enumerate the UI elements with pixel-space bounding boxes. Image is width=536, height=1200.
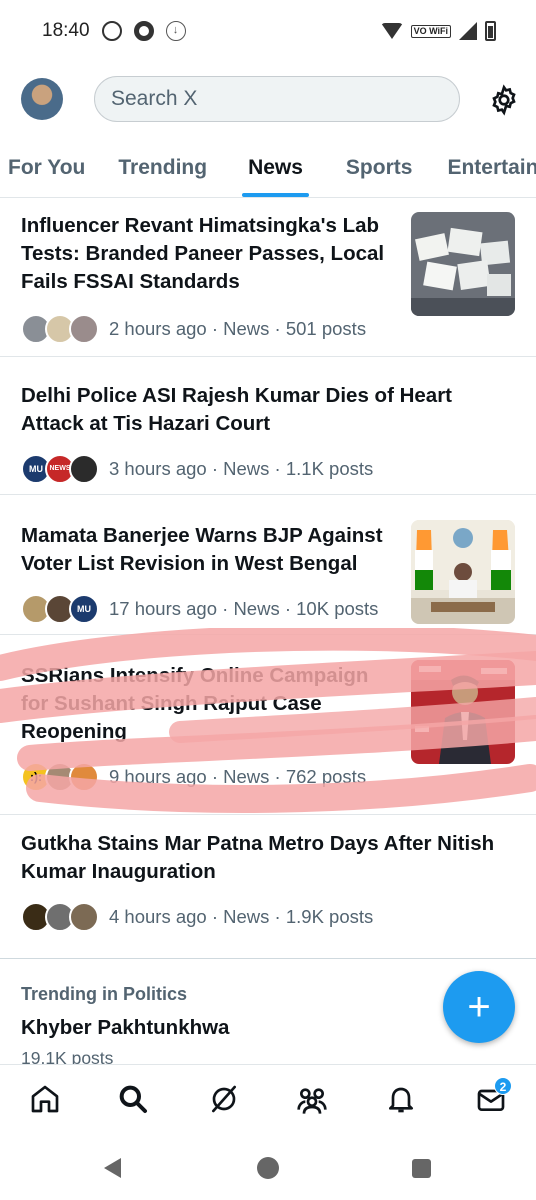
divider [0,356,536,357]
news-item[interactable]: Delhi Police ASI Rajesh Kumar Dies of He… [0,382,536,492]
news-item[interactable]: SSRians Intensify Online Campaign for Su… [0,660,536,802]
news-item[interactable]: Gutkha Stains Mar Patna Metro Days After… [0,830,536,940]
vowifi-icon: VO WiFi [410,24,451,38]
back-icon[interactable] [104,1158,121,1178]
actor-photo[interactable] [411,660,515,764]
bottom-nav: 2 [0,1064,536,1140]
vpn-icon [101,21,122,41]
tab-for-you[interactable]: For You [8,146,85,197]
avatar [69,902,99,932]
settings-gear-icon[interactable] [488,84,520,116]
avatar [69,314,99,344]
avatar [69,762,99,792]
battery-icon [485,21,496,41]
divider [0,494,536,495]
trend-category: Trending in Politics [21,984,188,1004]
status-time: 18:40 [42,20,90,41]
news-item[interactable]: Mamata Banerjee Warns BJP Against Voter … [0,520,536,632]
home-icon[interactable] [29,1083,61,1115]
news-headline: Gutkha Stains Mar Patna Metro Days After… [21,832,495,883]
active-tab-indicator [242,193,309,197]
messages-badge: 2 [494,1077,512,1095]
tab-trending[interactable]: Trending [118,146,207,197]
avatar-stack: MU [21,594,101,624]
tab-entertainment[interactable]: Entertainment [447,146,536,197]
paneer-photo[interactable] [411,212,515,316]
avatar-stack [21,902,101,932]
recents-icon[interactable] [412,1159,431,1178]
news-headline: Delhi Police ASI Rajesh Kumar Dies of He… [21,384,453,435]
sync-icon [133,21,154,41]
notifications-icon[interactable] [385,1083,417,1115]
avatar-stack [21,314,101,344]
news-item[interactable]: Influencer Revant Himatsingka's Lab Test… [0,212,536,344]
avatar-stack: MU NEWS [21,454,101,484]
home-button-icon[interactable] [257,1157,279,1179]
compose-fab-button[interactable]: + [443,971,515,1043]
news-meta: 2 hours ago · News · 501 posts [21,314,366,344]
wifi-icon [380,23,403,39]
status-bar: 18:40 ↓ VO WiFi [0,0,536,62]
news-meta: :): 9 hours ago · News · 762 posts [21,762,366,792]
trend-name: Khyber Pakhtunkhwa [21,1016,230,1039]
avatar: MU [69,594,99,624]
search-icon[interactable] [117,1083,149,1115]
news-headline: SSRians Intensify Online Campaign for Su… [21,664,369,743]
plus-icon: + [467,984,491,1029]
search-placeholder: Search X [111,87,198,110]
download-icon: ↓ [165,21,186,41]
divider [0,634,536,635]
signal-icon [459,22,477,40]
news-meta: 4 hours ago · News · 1.9K posts [21,902,373,932]
system-nav-bar [0,1140,536,1200]
top-header: Search X [0,72,536,128]
tab-sports[interactable]: Sports [346,146,413,197]
communities-icon[interactable] [296,1083,328,1115]
grok-icon[interactable] [208,1083,240,1115]
section-divider [0,958,536,959]
news-meta: MU 17 hours ago · News · 10K posts [21,594,378,624]
profile-avatar[interactable] [21,78,63,120]
divider [0,814,536,815]
explore-tabs: For You Trending News Sports Entertainme… [0,146,536,198]
news-meta: MU NEWS 3 hours ago · News · 1.1K posts [21,454,373,484]
avatar [69,454,99,484]
tab-news[interactable]: News [242,146,309,197]
avatar-stack: :): [21,762,101,792]
search-input[interactable]: Search X [94,76,460,122]
news-headline: Influencer Revant Himatsingka's Lab Test… [21,214,385,293]
news-headline: Mamata Banerjee Warns BJP Against Voter … [21,524,383,575]
press-conference-photo[interactable] [411,520,515,624]
